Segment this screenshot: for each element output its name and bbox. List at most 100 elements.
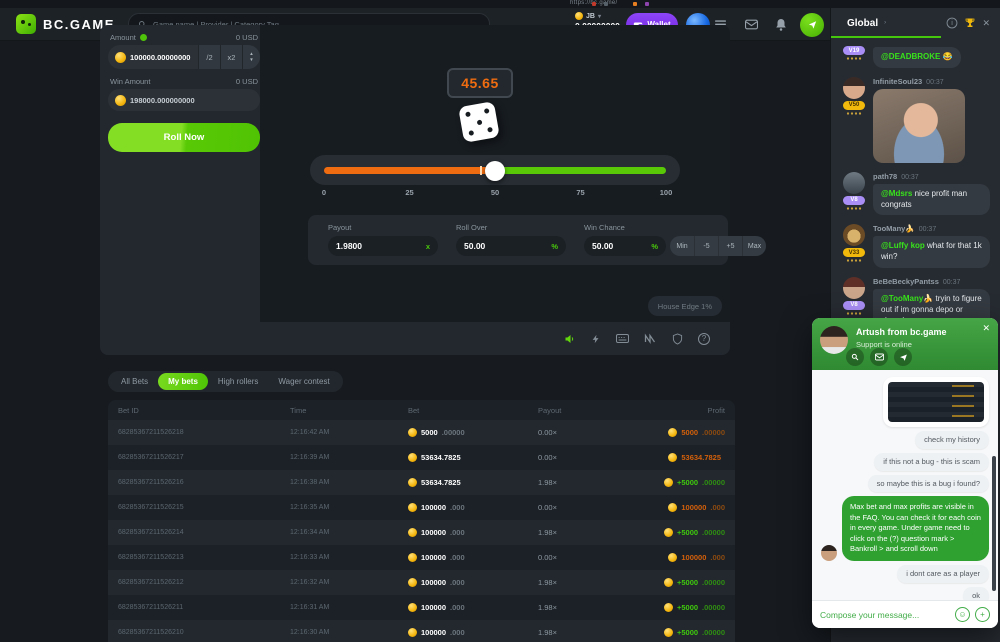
bet-id: 68285367211526212 <box>118 579 290 586</box>
tab-wager-contest[interactable]: Wager contest <box>268 373 339 390</box>
chat-panel-icon[interactable] <box>800 13 824 37</box>
notifications-icon[interactable] <box>775 18 787 31</box>
minus-5-button[interactable]: -5 <box>694 236 718 256</box>
fairness-shield-icon[interactable] <box>672 333 683 345</box>
hotkeys-icon[interactable] <box>616 333 629 344</box>
bet-profit: 100000.000 <box>643 503 725 512</box>
tab-all-bets[interactable]: All Bets <box>111 373 158 390</box>
slider-track[interactable] <box>324 167 666 174</box>
table-row[interactable]: 68285367211526212 12:16:32 AM 100000.000… <box>108 570 735 595</box>
payout-value: 1.9800 <box>336 241 362 251</box>
max-button[interactable]: Max <box>742 236 766 256</box>
col-bet-id: Bet ID <box>118 406 290 415</box>
browser-extension-icon[interactable] <box>592 2 596 6</box>
table-row[interactable]: 68285367211526211 12:16:31 AM 100000.000… <box>108 595 735 620</box>
chat-room-selector[interactable]: Global <box>847 18 878 29</box>
trophy-icon[interactable] <box>964 17 976 29</box>
username[interactable]: TooMany🍌 <box>873 224 915 233</box>
double-bet-button[interactable]: x2 <box>220 45 242 69</box>
quick-bet-icon[interactable] <box>591 333 601 345</box>
chat-rules-icon[interactable]: i <box>947 18 958 29</box>
winchance-unit: % <box>651 242 658 251</box>
roll-now-button[interactable]: Roll Now <box>108 123 260 152</box>
table-row[interactable]: 68285367211526210 12:16:30 AM 100000.000… <box>108 620 735 642</box>
winchance-field[interactable]: 50.00 % <box>584 236 666 256</box>
table-row[interactable]: 68285367211526215 12:16:35 AM 100000.000… <box>108 495 735 520</box>
roll-slider[interactable] <box>310 155 680 185</box>
amount-stepper[interactable]: ▲▼ <box>242 45 260 69</box>
coin-icon <box>668 503 677 512</box>
browser-bar: https://bc.game/ <box>0 0 1000 8</box>
table-row[interactable]: 68285367211526213 12:16:33 AM 100000.000… <box>108 545 735 570</box>
coin-icon <box>408 578 417 587</box>
coin-icon <box>408 603 417 612</box>
help-icon[interactable]: ? <box>698 333 710 345</box>
table-row[interactable]: 68285367211526214 12:16:34 AM 100000.000… <box>108 520 735 545</box>
bet-profit: +5000.00000 <box>643 528 725 537</box>
bet-profit: +5000.00000 <box>643 478 725 487</box>
slider-handle[interactable] <box>485 161 505 181</box>
support-agent-avatar <box>820 326 848 354</box>
compose-input[interactable] <box>820 610 950 620</box>
coin-icon <box>408 628 417 637</box>
emoji-icon[interactable]: ☺ <box>955 607 970 622</box>
username[interactable]: path78 <box>873 172 897 181</box>
bet-amount: 5000.00000 <box>408 428 538 437</box>
roll-result: 45.65 <box>447 68 513 98</box>
support-agent-message: Max bet and max profits are visible in t… <box>842 496 989 561</box>
tab-my-bets[interactable]: My bets <box>158 373 208 390</box>
sound-icon[interactable] <box>564 333 576 345</box>
support-telegram-icon[interactable] <box>894 348 912 366</box>
chat-image[interactable] <box>873 89 965 163</box>
support-close-icon[interactable]: ✕ <box>982 323 990 334</box>
support-agent-avatar-small <box>821 545 837 561</box>
chat-close-icon[interactable]: ✕ <box>982 18 990 29</box>
bets-screenshot-image <box>888 382 984 422</box>
table-row[interactable]: 68285367211526217 12:16:39 AM 53634.7825… <box>108 445 735 470</box>
avatar <box>843 77 865 99</box>
username[interactable]: InfiniteSoul23 <box>873 77 922 86</box>
bcgame-logo-icon <box>16 14 36 34</box>
browser-extension-icon[interactable] <box>633 2 637 6</box>
slider-label: 75 <box>576 188 584 197</box>
browser-extension-icon[interactable] <box>604 2 608 6</box>
table-row[interactable]: 68285367211526216 12:16:38 AM 53634.7825… <box>108 470 735 495</box>
rollover-field[interactable]: 50.00 % <box>456 236 566 256</box>
bet-amount: 53634.7825 <box>408 453 538 462</box>
chevron-down-icon: ▾ <box>598 13 601 20</box>
avatar <box>843 224 865 246</box>
bet-time: 12:16:39 AM <box>290 454 408 461</box>
bet-id: 68285367211526210 <box>118 629 290 636</box>
half-bet-button[interactable]: /2 <box>198 45 220 69</box>
stepper-down-icon[interactable]: ▼ <box>249 58 253 63</box>
support-image-message[interactable] <box>883 377 989 427</box>
plus-5-button[interactable]: +5 <box>718 236 742 256</box>
bet-profit: +5000.00000 <box>643 603 725 612</box>
level-badge: V8 <box>843 196 865 205</box>
payout-field[interactable]: 1.9800 x <box>328 236 438 256</box>
message-bubble: @DEADBROKE 😂 <box>873 47 961 68</box>
slider-label: 50 <box>491 188 499 197</box>
browser-extension-icon[interactable] <box>645 2 649 6</box>
bet-amount-field[interactable]: 100000.00000000 /2 x2 ▲▼ <box>108 45 260 69</box>
winchance-value: 50.00 <box>592 241 613 251</box>
currency-toggle-icon[interactable] <box>140 34 147 41</box>
bet-payout: 0.00× <box>538 503 643 512</box>
support-scrollbar[interactable] <box>992 456 996 591</box>
table-row[interactable]: 68285367211526218 12:16:42 AM 5000.00000… <box>108 420 735 445</box>
tab-high-rollers[interactable]: High rollers <box>208 373 268 390</box>
support-email-icon[interactable] <box>870 348 888 366</box>
messages-icon[interactable] <box>745 19 758 30</box>
slider-label: 25 <box>405 188 413 197</box>
chat-active-underline <box>831 36 941 38</box>
support-search-icon[interactable] <box>846 348 864 366</box>
stepper-up-icon[interactable]: ▲ <box>249 52 253 57</box>
bet-payout: 0.00× <box>538 453 643 462</box>
bet-payout: 0.00× <box>538 428 643 437</box>
trends-icon[interactable] <box>644 333 657 344</box>
username[interactable]: BeBeBeckyPantss <box>873 277 939 286</box>
chat-message: V50 InfiniteSoul2300:37 <box>841 77 990 163</box>
bet-id: 68285367211526211 <box>118 604 290 611</box>
min-button[interactable]: Min <box>670 236 694 256</box>
attach-icon[interactable]: + <box>975 607 990 622</box>
